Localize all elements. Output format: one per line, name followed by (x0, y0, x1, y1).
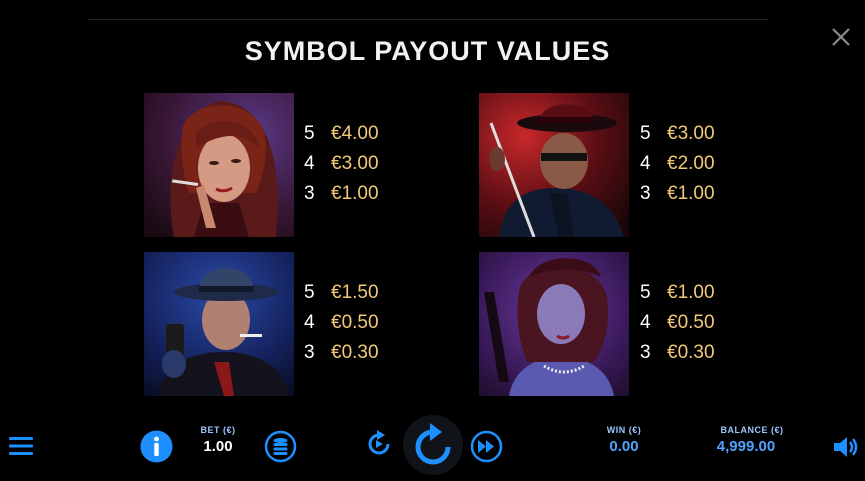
payout-row: 4 €0.50 (304, 308, 404, 338)
payout-amount: €1.00 (331, 183, 379, 204)
payout-table-woman-with-pearls: 5 €1.00 4 €0.50 3 €0.30 (640, 278, 740, 368)
symbol-gangster-with-cane (479, 93, 629, 237)
payout-row: 4 €3.00 (304, 149, 404, 179)
payout-amount: €0.50 (667, 312, 715, 333)
symbol-count: 3 (640, 342, 651, 363)
win-value: 0.00 (609, 438, 639, 455)
symbol-count: 5 (304, 282, 315, 303)
symbol-count: 3 (640, 183, 651, 204)
win-label: WIN (€) (606, 425, 642, 435)
turbo-button[interactable] (470, 430, 503, 468)
payout-amount: €1.00 (667, 183, 715, 204)
payout-amount: €3.00 (331, 153, 379, 174)
payout-row: 3 €1.00 (304, 179, 404, 209)
payout-amount: €0.50 (331, 312, 379, 333)
payout-amount: €1.00 (667, 282, 715, 303)
payout-amount: €4.00 (331, 123, 379, 144)
bet-value: 1.00 (203, 438, 233, 455)
payout-amount: €3.00 (667, 123, 715, 144)
sound-button[interactable] (832, 434, 860, 465)
top-divider (88, 19, 768, 20)
speaker-icon (834, 437, 858, 457)
payout-row: 3 €0.30 (304, 338, 404, 368)
symbol-gangster-with-gun (144, 252, 294, 396)
menu-icon (9, 437, 33, 455)
balance-label: BALANCE (€) (720, 425, 784, 435)
bet-label: BET (€) (200, 425, 236, 435)
autoplay-icon (368, 430, 390, 455)
coin-stack-icon (264, 430, 297, 463)
info-button[interactable] (140, 430, 173, 468)
symbol-count: 3 (304, 183, 315, 204)
spin-icon (403, 415, 463, 475)
payout-row: 4 €2.00 (640, 149, 740, 179)
payout-table-red-haired-woman: 5 €4.00 4 €3.00 3 €1.00 (304, 119, 404, 209)
payout-row: 5 €1.50 (304, 278, 404, 308)
info-icon (140, 430, 173, 463)
payout-row: 5 €3.00 (640, 119, 740, 149)
autoplay-button[interactable] (364, 429, 394, 464)
symbol-count: 5 (640, 282, 651, 303)
payout-amount: €2.00 (667, 153, 715, 174)
payout-row: 5 €4.00 (304, 119, 404, 149)
symbol-count: 4 (640, 312, 651, 333)
symbol-count: 4 (304, 153, 315, 174)
payout-row: 4 €0.50 (640, 308, 740, 338)
symbol-woman-with-pearls (479, 252, 629, 396)
payout-row: 5 €1.00 (640, 278, 740, 308)
payout-amount: €1.50 (331, 282, 379, 303)
symbol-count: 5 (640, 123, 651, 144)
payout-amount: €0.30 (331, 342, 379, 363)
payout-row: 3 €0.30 (640, 338, 740, 368)
symbol-count: 4 (304, 312, 315, 333)
symbol-count: 4 (640, 153, 651, 174)
symbol-count: 5 (304, 123, 315, 144)
payout-row: 3 €1.00 (640, 179, 740, 209)
payout-amount: €0.30 (667, 342, 715, 363)
payout-table-gangster-with-gun: 5 €1.50 4 €0.50 3 €0.30 (304, 278, 404, 368)
menu-button[interactable] (8, 434, 34, 463)
symbol-count: 3 (304, 342, 315, 363)
symbol-red-haired-woman (144, 93, 294, 237)
balance-value: 4,999.00 (716, 438, 776, 455)
payout-table-gangster-with-cane: 5 €3.00 4 €2.00 3 €1.00 (640, 119, 740, 209)
bet-settings-button[interactable] (264, 430, 297, 468)
spin-button[interactable] (402, 414, 464, 481)
fast-forward-icon (470, 430, 503, 463)
page-title: SYMBOL PAYOUT VALUES (244, 36, 611, 66)
